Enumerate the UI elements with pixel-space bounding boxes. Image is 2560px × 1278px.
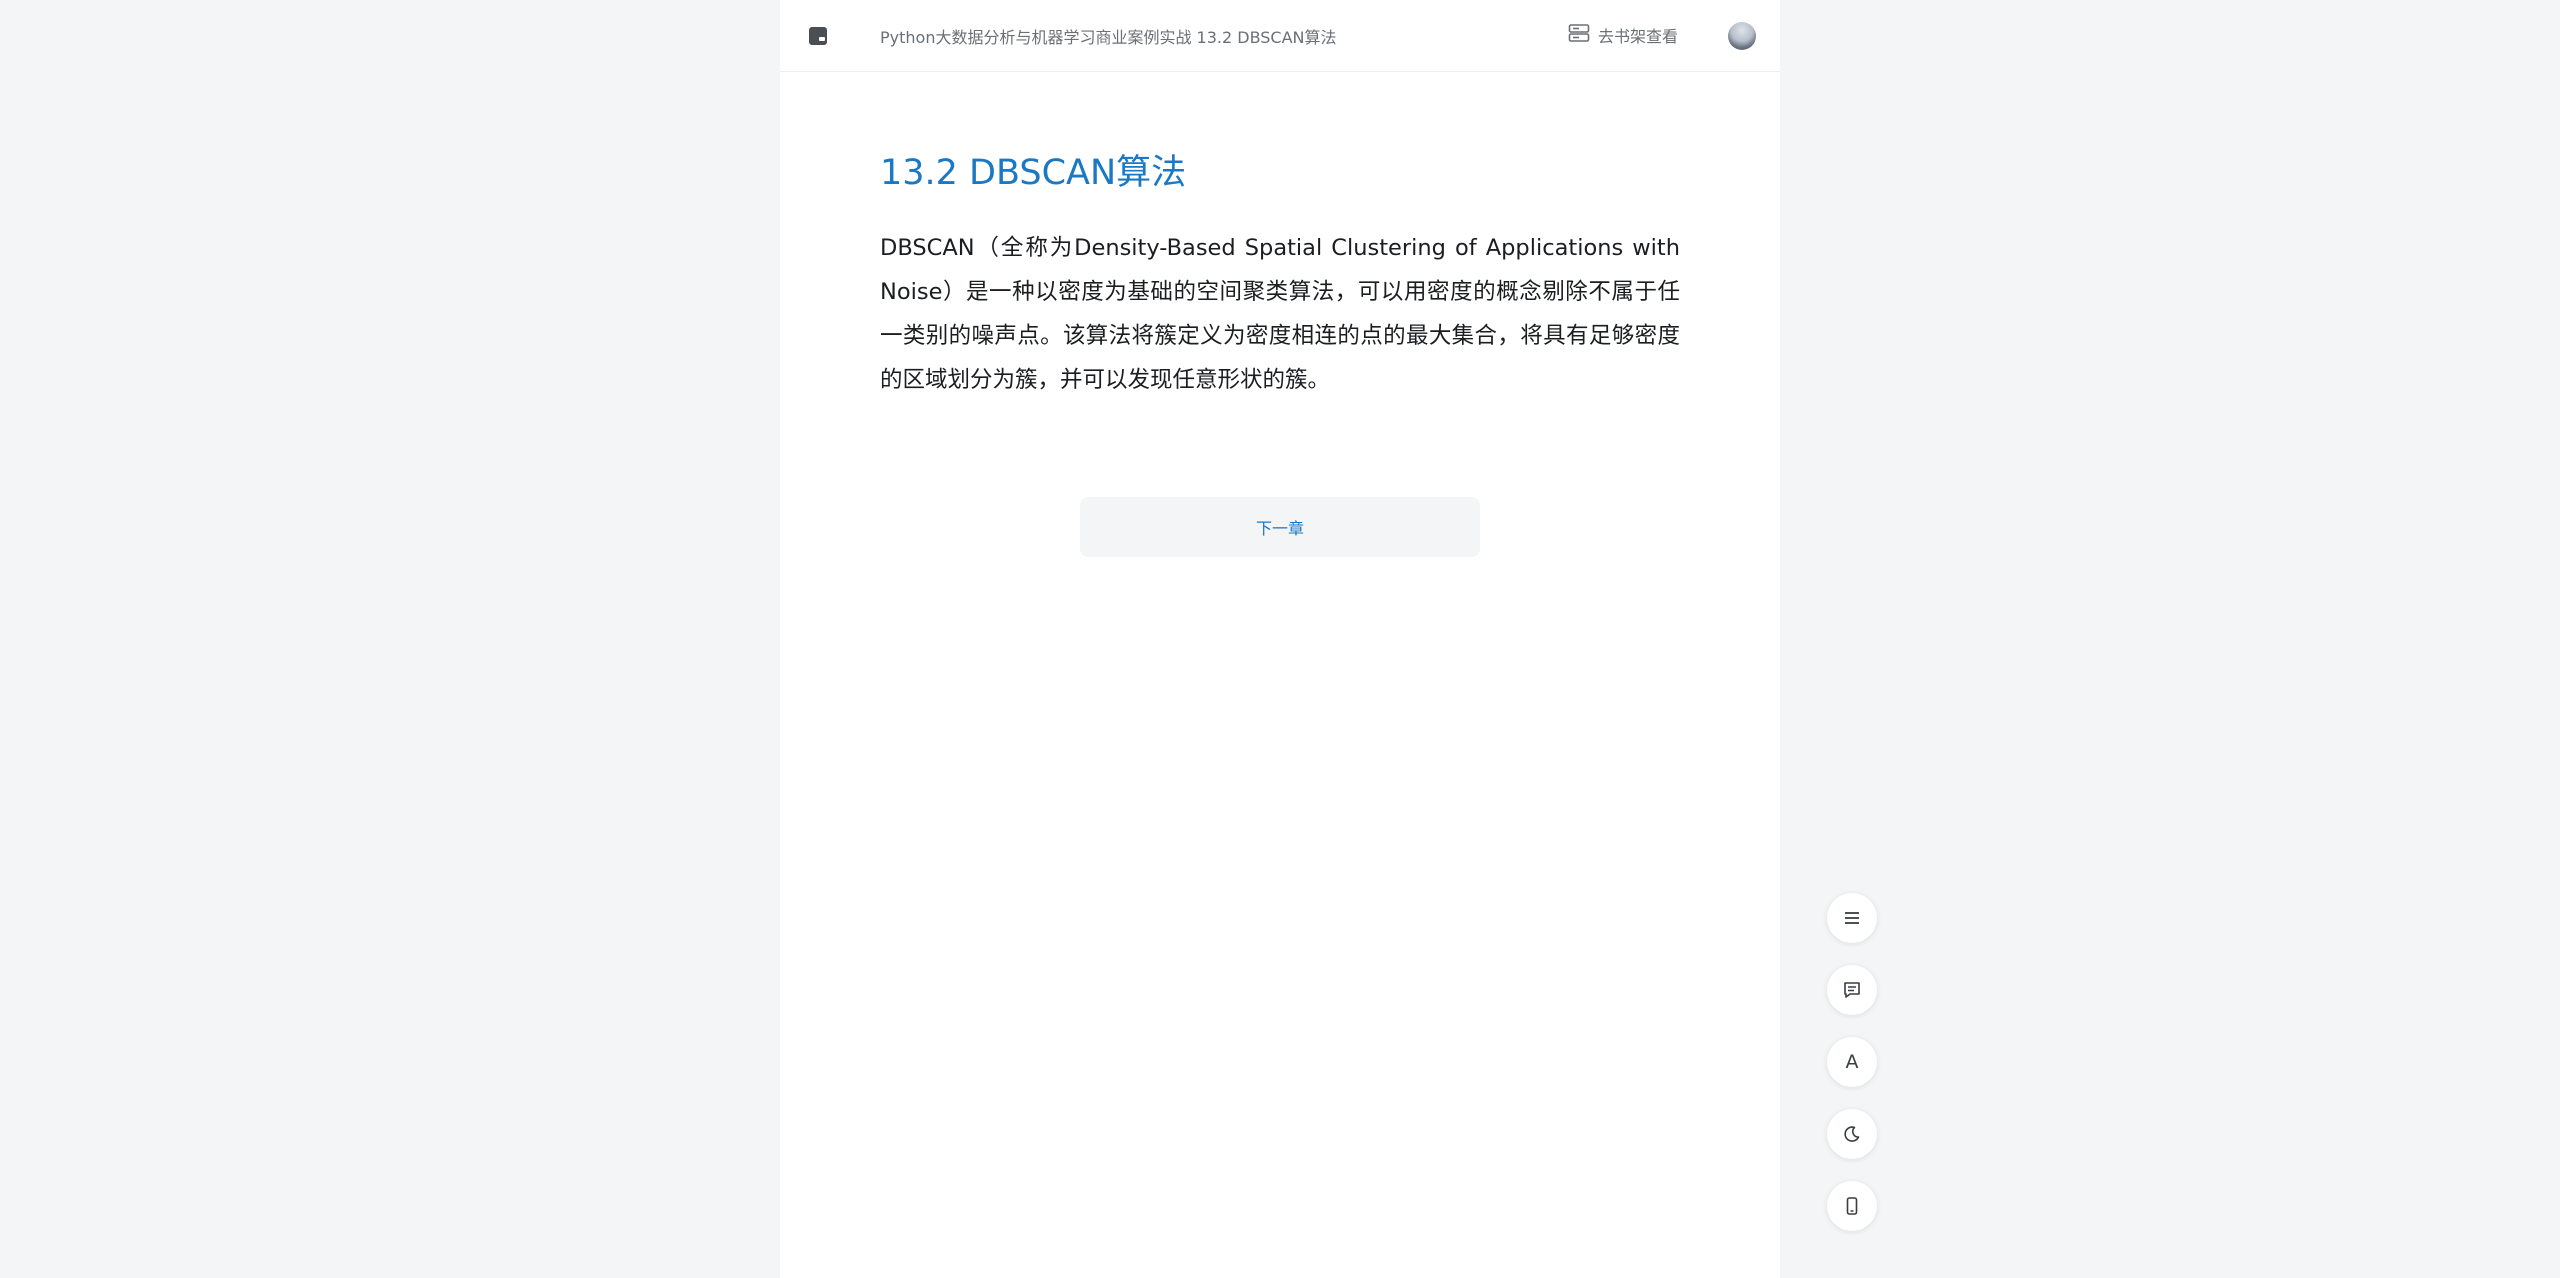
chapter-paragraph: DBSCAN（全称为Density-Based Spatial Clusteri… [880,235,1680,393]
bookshelf-icon [1568,23,1590,47]
chapter-content: 13.2 DBSCAN算法 DBSCAN（全称为Density-Based Sp… [880,152,1680,402]
comment-icon[interactable] [1827,965,1877,1015]
next-chapter-button[interactable]: 下一章 [1080,497,1480,557]
reader-page: Python大数据分析与机器学习商业案例实战 13.2 DBSCAN算法 去书架… [780,0,1780,1278]
top-bar: Python大数据分析与机器学习商业案例实战 13.2 DBSCAN算法 去书架… [780,0,1780,72]
breadcrumb: Python大数据分析与机器学习商业案例实战 13.2 DBSCAN算法 [880,28,1337,47]
font-letter: A [1845,1051,1859,1073]
book-icon[interactable] [808,26,828,46]
dark-mode-icon[interactable] [1827,1109,1877,1159]
font-icon[interactable]: A [1827,1037,1877,1087]
bookshelf-link-label: 去书架查看 [1598,27,1679,46]
avatar[interactable] [1728,22,1756,50]
floating-toolbar: A [1827,893,1877,1253]
chapter-title: 13.2 DBSCAN算法 [880,153,1187,193]
menu-icon[interactable] [1827,893,1877,943]
mobile-icon[interactable] [1827,1181,1877,1231]
go-to-bookshelf-link[interactable]: 去书架查看 [1568,22,1678,48]
